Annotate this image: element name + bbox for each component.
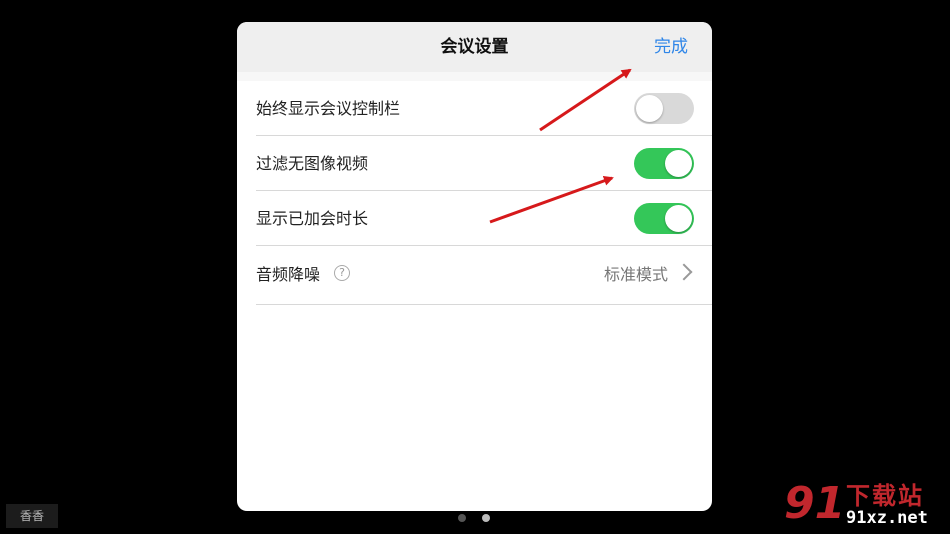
page-dot-active[interactable] (482, 514, 490, 522)
setting-label: 显示已加会时长 (256, 209, 369, 228)
toggle-knob (665, 205, 692, 232)
setting-row-always-show-controls: 始终显示会议控制栏 (256, 81, 712, 136)
setting-label: 始终显示会议控制栏 (256, 99, 401, 118)
watermark: 91 下载站 91xz.net (780, 474, 950, 534)
setting-label: 音频降噪 (256, 265, 321, 284)
header-separator (237, 72, 712, 81)
toggle-knob (665, 150, 692, 177)
chevron-right-icon (675, 263, 693, 281)
meeting-settings-dialog: 会议设置 完成 始终显示会议控制栏 过滤无图像视频 显示已加会时长 音频降噪 ?… (237, 22, 712, 511)
show-duration-toggle[interactable] (634, 203, 694, 234)
help-icon[interactable]: ? (334, 265, 350, 281)
participant-name-tag: 香香 (6, 504, 58, 528)
setting-label: 过滤无图像视频 (256, 154, 369, 173)
watermark-url: 91xz.net (846, 508, 928, 528)
dialog-title: 会议设置 (440, 37, 509, 57)
toggle-knob (636, 95, 663, 122)
page-dot[interactable] (458, 514, 466, 522)
setting-row-filter-no-video: 过滤无图像视频 (256, 136, 712, 191)
filter-no-video-toggle[interactable] (634, 148, 694, 179)
always-show-controls-toggle[interactable] (634, 93, 694, 124)
done-button[interactable]: 完成 (654, 22, 688, 72)
watermark-logo: 91 (784, 478, 846, 529)
watermark-text: 下载站 (846, 482, 924, 510)
dialog-header: 会议设置 完成 (237, 22, 712, 72)
noise-mode-value: 标准模式 (603, 265, 668, 284)
setting-row-show-duration: 显示已加会时长 (256, 191, 712, 246)
setting-row-noise-reduction[interactable]: 音频降噪 ? 标准模式 (256, 246, 712, 305)
